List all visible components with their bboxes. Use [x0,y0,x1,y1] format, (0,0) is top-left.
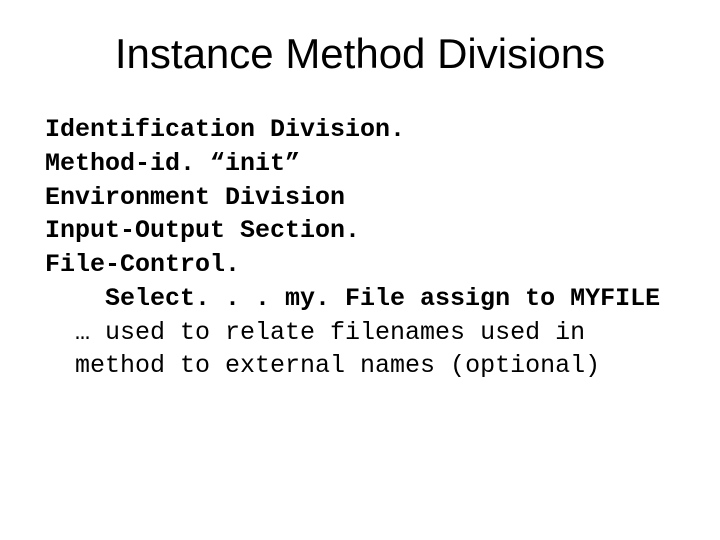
note-line-2: method to external names (optional) [45,349,675,383]
slide-title: Instance Method Divisions [45,30,675,78]
code-line-identification: Identification Division. [45,113,675,147]
code-line-method-id: Method-id. “init” [45,147,675,181]
code-line-environment: Environment Division [45,181,675,215]
code-line-file-control: File-Control. [45,248,675,282]
note-line-1: … used to relate filenames used in [45,316,675,350]
code-line-select: Select. . . my. File assign to MYFILE [45,282,675,316]
code-block: Identification Division. Method-id. “ini… [45,113,675,316]
note-block: … used to relate filenames used in metho… [45,316,675,384]
code-line-input-output: Input-Output Section. [45,214,675,248]
